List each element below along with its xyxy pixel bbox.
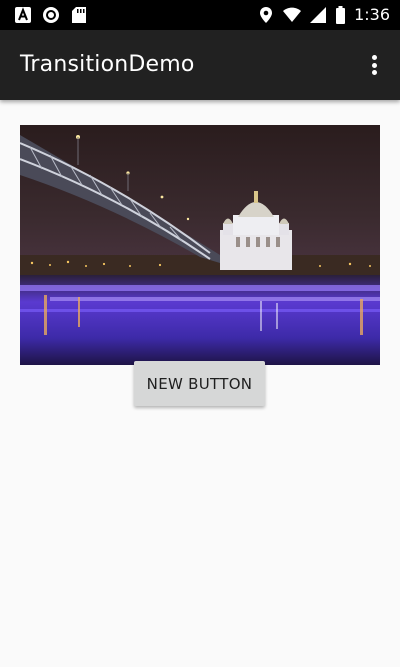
status-right-icons: 1:36 xyxy=(257,5,390,25)
text-a-icon xyxy=(14,6,32,24)
location-icon xyxy=(257,6,275,24)
menu-dot xyxy=(371,55,377,60)
overflow-menu-icon[interactable] xyxy=(362,53,386,77)
night-bridge-cathedral-photo xyxy=(20,125,380,365)
battery-icon xyxy=(335,6,346,24)
menu-dot xyxy=(371,70,377,75)
sd-card-icon xyxy=(70,6,88,24)
status-time: 1:36 xyxy=(354,5,390,24)
circle-record-icon xyxy=(42,6,60,24)
app-bar: TransitionDemo xyxy=(0,30,400,100)
wifi-icon xyxy=(283,6,302,24)
new-button[interactable]: NEW BUTTON xyxy=(134,361,265,406)
app-title: TransitionDemo xyxy=(20,52,195,77)
hero-image xyxy=(20,125,380,365)
signal-icon xyxy=(309,6,327,24)
status-bar: 1:36 xyxy=(0,0,400,30)
status-left-icons xyxy=(14,6,88,24)
menu-dot xyxy=(371,62,377,68)
